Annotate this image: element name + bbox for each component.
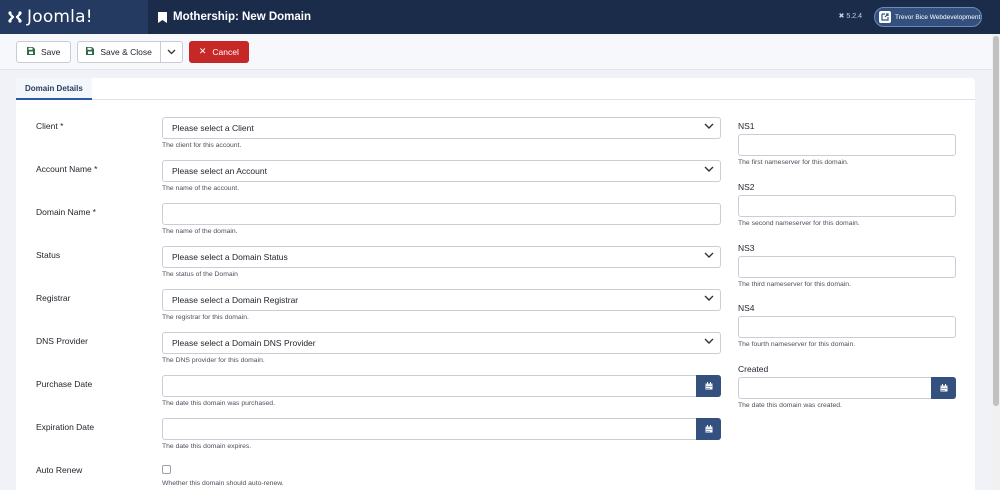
save-button[interactable]: Save bbox=[16, 40, 72, 63]
purchase-date-input[interactable] bbox=[162, 375, 721, 397]
chevron-down-icon bbox=[704, 122, 714, 133]
ns1-input[interactable] bbox=[738, 134, 956, 156]
purchase-date-label: Purchase Date bbox=[36, 379, 93, 389]
external-link-icon bbox=[879, 11, 891, 23]
dns-provider-select[interactable]: Please select a Domain DNS Provider bbox=[162, 332, 721, 354]
client-desc: The client for this account. bbox=[162, 142, 242, 149]
expiration-date-label: Expiration Date bbox=[36, 422, 95, 432]
top-header: Joomla! Mothership: New Domain ✖ 5.2.4 T… bbox=[0, 0, 1000, 34]
tab-domain-details[interactable]: Domain Details bbox=[16, 78, 92, 100]
save-close-button[interactable]: Save & Close bbox=[77, 40, 161, 63]
ns2-label: NS2 bbox=[738, 182, 755, 192]
calendar-button[interactable] bbox=[696, 418, 721, 440]
chevron-down-icon bbox=[704, 294, 714, 305]
form-panel: Domain Details Client * Please select a … bbox=[16, 78, 975, 490]
domain-desc: The name of the domain. bbox=[162, 228, 238, 235]
scrollbar-thumb[interactable] bbox=[993, 36, 999, 406]
account-desc: The name of the account. bbox=[162, 185, 240, 192]
site-name: Trevor Bice Webdevelopment bbox=[895, 13, 981, 21]
purchase-date-desc: The date this domain was purchased. bbox=[162, 400, 275, 407]
ns3-input[interactable] bbox=[738, 256, 956, 278]
ns3-label: NS3 bbox=[738, 243, 755, 253]
floppy-icon bbox=[86, 46, 95, 57]
floppy-icon bbox=[27, 46, 35, 57]
joomla-logo[interactable]: Joomla! bbox=[0, 0, 148, 34]
status-label: Status bbox=[36, 250, 61, 260]
chevron-down-icon bbox=[704, 337, 714, 348]
joomla-mark-icon bbox=[8, 11, 22, 23]
registrar-label: Registrar bbox=[36, 293, 71, 303]
created-label: Created bbox=[738, 364, 769, 374]
status-desc: The status of the Domain bbox=[162, 271, 238, 278]
domain-label: Domain Name * bbox=[36, 207, 96, 217]
calendar-icon bbox=[705, 382, 712, 390]
client-label: Client * bbox=[36, 121, 64, 131]
registrar-select[interactable]: Please select a Domain Registrar bbox=[162, 289, 721, 311]
account-label: Account Name * bbox=[36, 164, 98, 174]
calendar-button[interactable] bbox=[931, 377, 956, 399]
expiration-date-input[interactable] bbox=[162, 418, 721, 440]
ns1-desc: The first nameserver for this domain. bbox=[738, 159, 849, 166]
save-close-group: Save & Close bbox=[77, 40, 183, 63]
created-desc: The date this domain was created. bbox=[738, 402, 842, 409]
toolbar: Save Save & Close ✕ Cancel bbox=[0, 34, 992, 70]
auto-renew-label: Auto Renew bbox=[36, 465, 83, 475]
client-select[interactable]: Please select a Client bbox=[162, 117, 721, 139]
close-icon: ✕ bbox=[198, 46, 207, 56]
calendar-icon bbox=[940, 384, 947, 392]
created-date-input[interactable] bbox=[738, 377, 956, 399]
brand-name: Joomla! bbox=[27, 7, 93, 27]
status-select[interactable]: Please select a Domain Status bbox=[162, 246, 721, 268]
ns4-label: NS4 bbox=[738, 303, 755, 313]
domain-name-input[interactable] bbox=[162, 203, 721, 225]
view-site-button[interactable]: Trevor Bice Webdevelopment bbox=[874, 7, 982, 27]
chevron-down-icon bbox=[704, 165, 714, 176]
bookmark-icon bbox=[158, 11, 167, 23]
chevron-down-icon bbox=[167, 49, 176, 54]
version-label: ✖ 5.2.4 bbox=[838, 12, 862, 21]
account-select[interactable]: Please select an Account bbox=[162, 160, 721, 182]
ns2-desc: The second nameserver for this domain. bbox=[738, 220, 860, 227]
ns4-desc: The fourth nameserver for this domain. bbox=[738, 341, 856, 348]
expiration-date-desc: The date this domain expires. bbox=[162, 443, 252, 450]
cancel-button[interactable]: ✕ Cancel bbox=[188, 40, 249, 63]
auto-renew-desc: Whether this domain should auto-renew. bbox=[162, 480, 284, 487]
ns3-desc: The third nameserver for this domain. bbox=[738, 281, 851, 288]
chevron-down-icon bbox=[704, 251, 714, 262]
joomla-small-icon: ✖ bbox=[838, 13, 845, 20]
registrar-desc: The registrar for this domain. bbox=[162, 314, 249, 321]
tab-bar: Domain Details bbox=[16, 78, 975, 100]
dns-label: DNS Provider bbox=[36, 336, 88, 346]
dns-desc: The DNS provider for this domain. bbox=[162, 357, 265, 364]
ns2-input[interactable] bbox=[738, 195, 956, 217]
ns4-input[interactable] bbox=[738, 316, 956, 338]
ns1-label: NS1 bbox=[738, 121, 755, 131]
auto-renew-checkbox[interactable] bbox=[162, 465, 171, 474]
calendar-icon bbox=[705, 425, 712, 433]
page-title: Mothership: New Domain bbox=[173, 11, 312, 23]
calendar-button[interactable] bbox=[696, 375, 721, 397]
save-dropdown-toggle[interactable] bbox=[160, 40, 183, 63]
